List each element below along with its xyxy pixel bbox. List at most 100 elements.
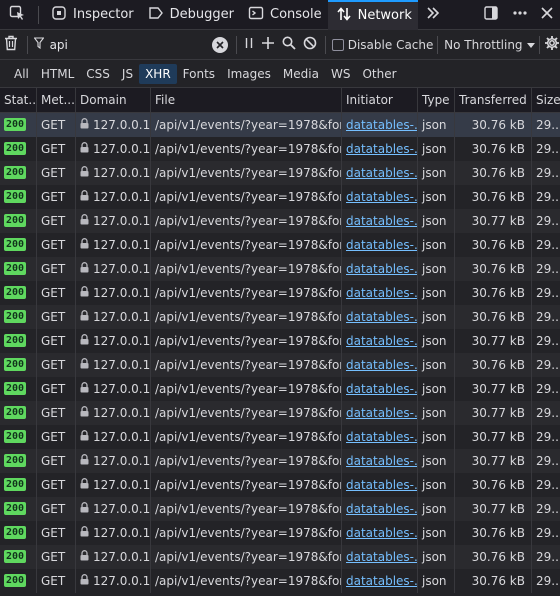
initiator-cell[interactable]: datatables-...: [341, 137, 417, 161]
column-header-type[interactable]: Type: [417, 88, 454, 112]
type-filter-images[interactable]: Images: [221, 64, 277, 84]
column-header-status[interactable]: Stat...: [0, 88, 36, 112]
more-tools-button[interactable]: [418, 0, 448, 30]
clear-requests-button[interactable]: [0, 30, 23, 60]
initiator-cell[interactable]: datatables-...: [341, 233, 417, 257]
initiator-cell[interactable]: datatables-...: [341, 569, 417, 593]
request-row[interactable]: 200 GET 127.0.0.1.../api/v1/events/?year=1…: [0, 257, 560, 281]
type-filter-xhr[interactable]: XHR: [139, 63, 177, 84]
type-filter-html[interactable]: HTML: [35, 64, 80, 84]
type-filter-js[interactable]: JS: [116, 64, 139, 84]
request-row[interactable]: 200 GET 127.0.0.1.../api/v1/events/?year=1…: [0, 137, 560, 161]
initiator-cell[interactable]: datatables-...: [341, 473, 417, 497]
add-request-button[interactable]: [257, 30, 278, 60]
column-header-method[interactable]: Met...: [36, 88, 75, 112]
tab-inspector[interactable]: Inspector: [43, 0, 140, 30]
request-row[interactable]: 200 GET 127.0.0.1.../api/v1/events/?year=1…: [0, 305, 560, 329]
initiator-cell[interactable]: datatables-...: [341, 377, 417, 401]
tab-console[interactable]: Console: [240, 0, 328, 30]
request-row[interactable]: 200 GET 127.0.0.1.../api/v1/events/?year=1…: [0, 185, 560, 209]
column-header-initiator[interactable]: Initiator: [341, 88, 417, 112]
tab-network[interactable]: Network: [327, 0, 418, 30]
initiator-link[interactable]: datatables-...: [346, 166, 417, 180]
type-filter-ws[interactable]: WS: [325, 64, 356, 84]
lock-icon: [80, 473, 89, 497]
initiator-cell[interactable]: datatables-...: [341, 209, 417, 233]
initiator-link[interactable]: datatables-...: [346, 358, 417, 372]
tab-debugger[interactable]: Debugger: [140, 0, 240, 30]
initiator-link[interactable]: datatables-...: [346, 190, 417, 204]
initiator-link[interactable]: datatables-...: [346, 286, 417, 300]
request-row[interactable]: 200 GET 127.0.0.1.../api/v1/events/?year=1…: [0, 281, 560, 305]
request-row[interactable]: 200 GET 127.0.0.1.../api/v1/events/?year=1…: [0, 329, 560, 353]
column-header-transferred[interactable]: Transferred: [454, 88, 531, 112]
menu-button[interactable]: [506, 0, 534, 30]
type-filter-css[interactable]: CSS: [80, 64, 116, 84]
request-row[interactable]: 200 GET 127.0.0.1.../api/v1/events/?year=1…: [0, 569, 560, 593]
request-row[interactable]: 200 GET 127.0.0.1.../api/v1/events/?year=1…: [0, 113, 560, 137]
column-header-domain[interactable]: Domain: [75, 88, 150, 112]
disable-cache-checkbox[interactable]: Disable Cache: [330, 38, 433, 52]
initiator-link[interactable]: datatables-...: [346, 310, 417, 324]
clear-filter-icon[interactable]: [211, 36, 228, 53]
initiator-link[interactable]: datatables-...: [346, 550, 417, 564]
network-settings-button[interactable]: [543, 30, 560, 60]
initiator-link[interactable]: datatables-...: [346, 214, 417, 228]
initiator-link[interactable]: datatables-...: [346, 262, 417, 276]
initiator-link[interactable]: datatables-...: [346, 478, 417, 492]
initiator-cell[interactable]: datatables-...: [341, 521, 417, 545]
initiator-cell[interactable]: datatables-...: [341, 257, 417, 281]
initiator-link[interactable]: datatables-...: [346, 118, 417, 132]
initiator-cell[interactable]: datatables-...: [341, 161, 417, 185]
search-button[interactable]: [278, 30, 299, 60]
column-header-file[interactable]: File: [150, 88, 341, 112]
request-row[interactable]: 200 GET 127.0.0.1.../api/v1/events/?year=1…: [0, 233, 560, 257]
initiator-link[interactable]: datatables-...: [346, 334, 417, 348]
request-row[interactable]: 200 GET 127.0.0.1.../api/v1/events/?year=1…: [0, 161, 560, 185]
initiator-cell[interactable]: datatables-...: [341, 497, 417, 521]
initiator-link[interactable]: datatables-...: [346, 574, 417, 588]
initiator-link[interactable]: datatables-...: [346, 238, 417, 252]
request-row[interactable]: 200 GET 127.0.0.1.../api/v1/events/?year=1…: [0, 353, 560, 377]
pick-element-button[interactable]: [0, 0, 34, 30]
initiator-link[interactable]: datatables-...: [346, 430, 417, 444]
initiator-link[interactable]: datatables-...: [346, 382, 417, 396]
request-row[interactable]: 200 GET 127.0.0.1.../api/v1/events/?year=1…: [0, 545, 560, 569]
request-row[interactable]: 200 GET 127.0.0.1.../api/v1/events/?year=1…: [0, 521, 560, 545]
initiator-link[interactable]: datatables-...: [346, 526, 417, 540]
initiator-cell[interactable]: datatables-...: [341, 329, 417, 353]
request-row[interactable]: 200 GET 127.0.0.1.../api/v1/events/?year=1…: [0, 401, 560, 425]
request-row[interactable]: 200 GET 127.0.0.1.../api/v1/events/?year=1…: [0, 377, 560, 401]
type-filter-all[interactable]: All: [8, 64, 35, 84]
request-row[interactable]: 200 GET 127.0.0.1.../api/v1/events/?year=1…: [0, 209, 560, 233]
domain-cell: 127.0.0.1...: [75, 545, 150, 569]
type-filter-fonts[interactable]: Fonts: [177, 64, 221, 84]
request-row[interactable]: 200 GET 127.0.0.1.../api/v1/events/?year=1…: [0, 473, 560, 497]
type-filter-other[interactable]: Other: [356, 64, 402, 84]
initiator-link[interactable]: datatables-...: [346, 406, 417, 420]
initiator-link[interactable]: datatables-...: [346, 142, 417, 156]
initiator-link[interactable]: datatables-...: [346, 502, 417, 516]
type-filter-media[interactable]: Media: [277, 64, 325, 84]
initiator-cell[interactable]: datatables-...: [341, 425, 417, 449]
close-devtools-button[interactable]: [534, 0, 560, 30]
column-header-size[interactable]: Size: [531, 88, 560, 112]
initiator-cell[interactable]: datatables-...: [341, 449, 417, 473]
checkbox-box[interactable]: [331, 38, 344, 51]
throttling-select[interactable]: No Throttling: [444, 38, 535, 52]
dock-options-button[interactable]: [476, 0, 506, 30]
request-row[interactable]: 200 GET 127.0.0.1.../api/v1/events/?year=1…: [0, 497, 560, 521]
initiator-cell[interactable]: datatables-...: [341, 353, 417, 377]
pause-recording-button[interactable]: [240, 30, 257, 60]
initiator-link[interactable]: datatables-...: [346, 454, 417, 468]
initiator-cell[interactable]: datatables-...: [341, 401, 417, 425]
url-filter-field[interactable]: api: [32, 34, 232, 56]
request-row[interactable]: 200 GET 127.0.0.1.../api/v1/events/?year=1…: [0, 449, 560, 473]
initiator-cell[interactable]: datatables-...: [341, 185, 417, 209]
initiator-cell[interactable]: datatables-...: [341, 545, 417, 569]
request-row[interactable]: 200 GET 127.0.0.1.../api/v1/events/?year=1…: [0, 425, 560, 449]
initiator-cell[interactable]: datatables-...: [341, 113, 417, 137]
block-urls-button[interactable]: [300, 30, 321, 60]
initiator-cell[interactable]: datatables-...: [341, 305, 417, 329]
initiator-cell[interactable]: datatables-...: [341, 281, 417, 305]
